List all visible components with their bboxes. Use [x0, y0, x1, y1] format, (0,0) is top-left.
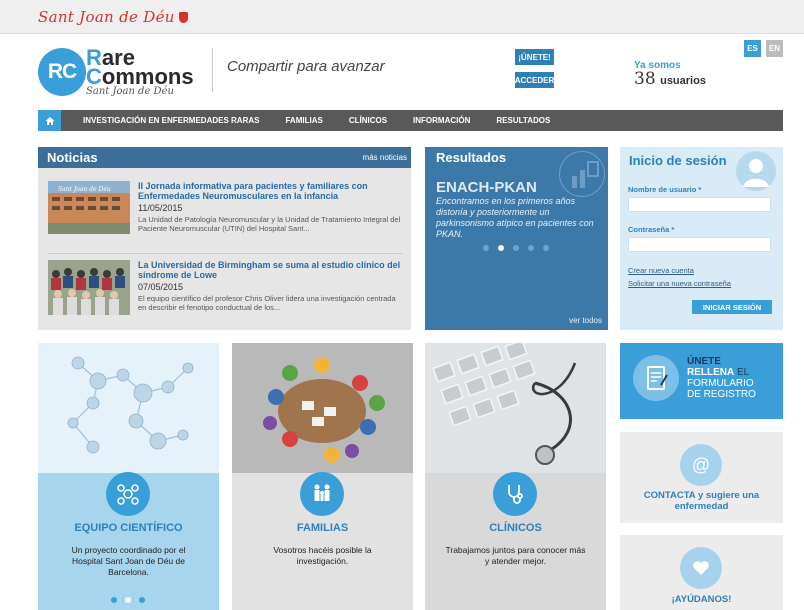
join-button[interactable]: ¡ÚNETE!: [515, 49, 554, 65]
join-line-2b: EL: [737, 367, 750, 378]
language-en-button[interactable]: EN: [766, 40, 783, 57]
card-description: Un proyecto coordinado por el Hospital S…: [71, 545, 186, 577]
result-item-title[interactable]: ENACH-PKAN: [436, 179, 537, 196]
card-title[interactable]: CLÍNICOS: [425, 522, 606, 534]
team-icon: [106, 472, 150, 516]
bar-chart-icon: [559, 151, 605, 197]
result-item-description: Encontramos en los primeros años distoní…: [436, 196, 594, 239]
molecules-image: [38, 343, 219, 473]
access-button[interactable]: ACCEDER: [515, 72, 554, 88]
join-register-text: ÚNETE RELLENA EL FORMULARIO DE REGISTRO: [687, 356, 756, 400]
results-panel: Resultados ENACH-PKAN Encontramos en los…: [425, 147, 608, 330]
rare-commons-logo-icon[interactable]: RC: [38, 48, 86, 96]
news-thumbnail[interactable]: [48, 260, 130, 315]
password-input[interactable]: [628, 237, 771, 252]
contact-box[interactable]: @ CONTACTA y sugiere una enfermedad: [620, 432, 783, 523]
password-label: Contraseña *: [628, 225, 675, 234]
login-panel: Inicio de sesión Nombre de usuario * Con…: [620, 147, 783, 330]
news-summary: El equipo científico del profesor Chris …: [138, 294, 396, 312]
request-password-link[interactable]: Solicitar una nueva contraseña: [628, 279, 731, 288]
nav-item-resultados[interactable]: RESULTADOS: [496, 116, 550, 125]
carousel-dot[interactable]: [513, 245, 519, 251]
help-box[interactable]: ¡AYÚDANOS!: [620, 535, 783, 610]
home-icon[interactable]: [38, 110, 61, 131]
main-nav: INVESTIGACIÓN EN ENFERMEDADES RARAS FAMI…: [38, 110, 783, 131]
user-count-number: 38: [634, 69, 656, 89]
news-title-link[interactable]: La Universidad de Birmingham se suma al …: [138, 260, 403, 280]
join-line-1: ÚNETE: [687, 356, 721, 367]
user-count-label: usuarios: [660, 75, 706, 87]
logo-line-2: Commons: [86, 64, 194, 89]
rare-commons-logo-text[interactable]: Rare Commons Sant Joan de Déu: [86, 47, 194, 98]
top-bar: Sant Joan de Déu: [0, 0, 804, 34]
card-equipo-cientifico[interactable]: EQUIPO CIENTÍFICO Un proyecto coordinado…: [38, 343, 219, 610]
news-date: 11/05/2015: [138, 203, 183, 213]
carousel-dot-active[interactable]: [498, 245, 504, 251]
nav-item-investigacion[interactable]: INVESTIGACIÓN EN ENFERMEDADES RARAS: [83, 116, 259, 125]
card-title[interactable]: FAMILIAS: [232, 522, 413, 534]
join-line-4: DE REGISTRO: [687, 389, 756, 400]
help-text[interactable]: ¡AYÚDANOS!: [620, 594, 783, 605]
join-register-box[interactable]: ÚNETE RELLENA EL FORMULARIO DE REGISTRO: [620, 343, 783, 419]
news-thumbnail[interactable]: Sant Joan de Déu: [48, 181, 130, 234]
card-title[interactable]: EQUIPO CIENTÍFICO: [38, 522, 219, 534]
nav-item-informacion[interactable]: INFORMACIÓN: [413, 116, 470, 125]
at-sign-icon: @: [680, 444, 722, 486]
see-all-link[interactable]: ver todos: [569, 316, 602, 325]
username-label: Nombre de usuario *: [628, 185, 702, 194]
language-es-button[interactable]: ES: [744, 40, 761, 57]
login-title: Inicio de sesión: [629, 153, 727, 168]
form-icon: [633, 355, 679, 401]
tagline: Compartir para avanzar: [227, 58, 385, 75]
join-line-2: RELLENA: [687, 367, 735, 378]
news-panel: Noticias más noticias Sant Joan de Déu I…: [38, 147, 411, 330]
news-date: 07/05/2015: [138, 282, 184, 292]
news-title-link[interactable]: II Jornada informativa para pacientes y …: [138, 181, 403, 201]
results-carousel-dots: [483, 245, 549, 251]
more-news-link[interactable]: más noticias: [363, 153, 407, 162]
stethoscope-icon: [493, 472, 537, 516]
news-summary: La Unidad de Patología Neuromuscular y l…: [138, 215, 401, 233]
card-description: Vosotros hacéis posible la investigación…: [273, 545, 372, 566]
sant-joan-de-deu-logo[interactable]: Sant Joan de Déu: [38, 8, 188, 26]
carousel-dot[interactable]: [111, 597, 117, 603]
card-carousel-dots: [111, 597, 145, 603]
header: RC Rare Commons Sant Joan de Déu Compart…: [0, 34, 804, 110]
join-line-3: FORMULARIO: [687, 378, 754, 389]
user-count: 38 usuarios: [634, 69, 706, 89]
card-familias[interactable]: FAMILIAS Vosotros hacéis posible la inve…: [232, 343, 413, 610]
crest-icon: [178, 12, 188, 23]
carousel-dot[interactable]: [528, 245, 534, 251]
login-submit-button[interactable]: INICIAR SESIÓN: [692, 300, 772, 314]
nav-item-clinicos[interactable]: CLÍNICOS: [349, 116, 387, 125]
family-icon: [300, 472, 344, 516]
create-account-link[interactable]: Crear nueva cuenta: [628, 266, 694, 275]
carousel-dot[interactable]: [483, 245, 489, 251]
heart-icon: [680, 547, 722, 589]
user-avatar-icon: [736, 151, 776, 191]
card-clinicos[interactable]: CLÍNICOS Trabajamos juntos para conocer …: [425, 343, 606, 610]
carousel-dot-active[interactable]: [125, 597, 131, 603]
carousel-dot[interactable]: [543, 245, 549, 251]
nav-item-familias[interactable]: FAMILIAS: [285, 116, 322, 125]
card-description: Trabajamos juntos para conocer más y ate…: [445, 545, 586, 566]
svg-text:Sant Joan de Déu: Sant Joan de Déu: [58, 186, 111, 193]
carousel-dot[interactable]: [139, 597, 145, 603]
news-title: Noticias: [47, 150, 98, 165]
news-header: Noticias más noticias: [38, 147, 411, 168]
families-image: [232, 343, 413, 473]
contact-text[interactable]: CONTACTA y sugiere una enfermedad: [620, 490, 783, 512]
clinicians-image: [425, 343, 606, 473]
username-input[interactable]: [628, 197, 771, 212]
news-item[interactable]: La Universidad de Birmingham se suma al …: [48, 253, 403, 315]
header-divider: [212, 48, 213, 92]
